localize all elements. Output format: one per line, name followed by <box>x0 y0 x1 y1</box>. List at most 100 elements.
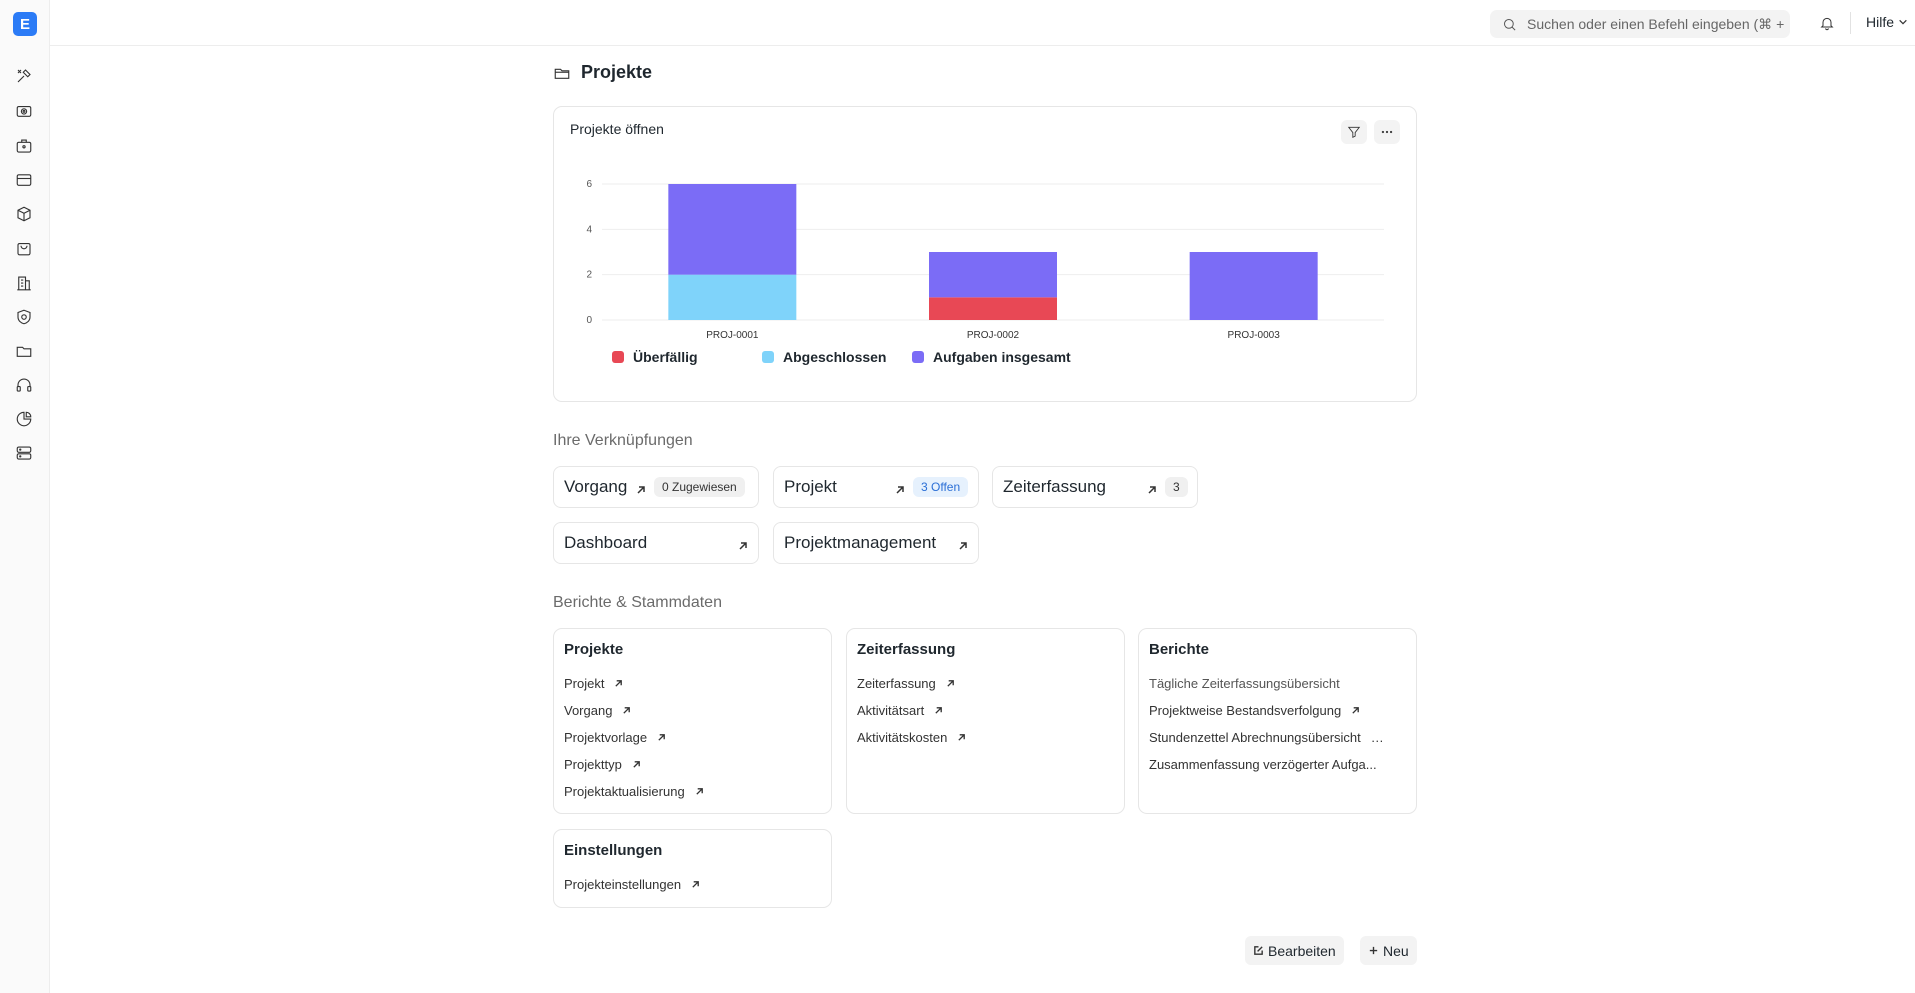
legend-swatch <box>762 351 774 363</box>
divider <box>1850 12 1851 34</box>
bar-segment[interactable] <box>929 252 1057 298</box>
report-link[interactable]: Projekttyp <box>564 757 641 772</box>
building-icon[interactable] <box>13 272 35 294</box>
logo-letter: E <box>19 15 30 33</box>
arrow-up-right-icon <box>947 680 954 687</box>
report-card-einstellungen: Einstellungen Projekteinstellungen <box>553 829 832 908</box>
arrow-up-right-icon <box>958 734 966 741</box>
chart-legend: Überfällig Abgeschlossen Aufgaben insgesam… <box>612 349 1071 365</box>
y-tick-label: 2 <box>586 270 592 281</box>
legend-item[interactable]: Überfällig <box>612 349 762 365</box>
camera-icon[interactable] <box>13 100 35 122</box>
more-icon <box>1381 130 1393 134</box>
legend-label: Überfällig <box>633 349 698 365</box>
report-card-projekte: Projekte Projekt Vorgang Projektvorlage … <box>553 628 832 814</box>
arrow-up-right-icon <box>615 680 623 687</box>
arrow-up-right-icon <box>658 734 665 741</box>
arrow-up-right-icon <box>738 538 750 550</box>
shortcut-dashboard[interactable]: Dashboard <box>553 522 759 564</box>
report-link[interactable]: Projektweise Bestandsverfolgung <box>1149 703 1360 718</box>
report-link[interactable]: Zusammenfassung verzögerter Aufga... <box>1149 757 1377 772</box>
search-input[interactable] <box>1527 16 1787 32</box>
report-link[interactable]: Projektaktualisierung <box>564 784 704 799</box>
x-tick-label: PROJ-0003 <box>1228 330 1281 341</box>
shortcut-projektmanagement[interactable]: Projektmanagement <box>773 522 979 564</box>
new-label: Neu <box>1383 942 1409 959</box>
shortcut-label: Projekt <box>784 477 837 496</box>
sidebar: E <box>0 0 50 993</box>
report-link[interactable]: Stundenzettel Abrechnungsübersicht… <box>1149 730 1384 745</box>
ellipsis-icon: … <box>1370 730 1384 745</box>
legend-swatch <box>612 351 624 363</box>
shortcut-label: Dashboard <box>564 533 648 552</box>
filter-button[interactable] <box>1341 120 1367 144</box>
x-tick-label: PROJ-0002 <box>967 330 1020 341</box>
search-bar[interactable] <box>1490 10 1790 38</box>
shortcuts-heading: Ihre Verknüpfungen <box>553 432 693 449</box>
bar-segment[interactable] <box>929 297 1057 320</box>
shortcut-zeiterfassung[interactable]: Zeiterfassung 3 <box>992 466 1198 508</box>
plus-icon <box>1369 946 1378 955</box>
chevron-down-icon <box>1899 19 1907 25</box>
edit-button[interactable]: Bearbeiten <box>1245 936 1344 965</box>
more-options-button[interactable] <box>1374 120 1400 144</box>
legend-swatch <box>912 351 924 363</box>
arrow-up-right-icon <box>692 881 699 888</box>
legend-label: Abgeschlossen <box>783 349 887 365</box>
y-tick-label: 6 <box>586 179 592 190</box>
tools-icon[interactable] <box>13 65 35 87</box>
legend-item[interactable]: Abgeschlossen <box>762 349 912 365</box>
card-icon[interactable] <box>13 169 35 191</box>
chart-card: Projekte öffnen 0 2 4 6 PROJ-0001 PROJ-0002 PR… <box>553 106 1417 402</box>
headset-icon[interactable] <box>13 374 35 396</box>
y-tick-label: 4 <box>586 224 592 235</box>
legend-label: Aufgaben insgesamt <box>933 349 1071 365</box>
report-card-title: Berichte <box>1149 641 1210 658</box>
report-link[interactable]: Projekt <box>564 676 623 691</box>
report-card-berichte: Berichte Tägliche Zeiterfassungsübersich… <box>1138 628 1417 814</box>
chart-title: Projekte öffnen <box>570 121 664 137</box>
new-button[interactable]: Neu <box>1360 936 1417 965</box>
briefcase-icon[interactable] <box>13 135 35 157</box>
report-card-title: Zeiterfassung <box>857 641 956 658</box>
bar-segment[interactable] <box>1189 252 1318 320</box>
report-link[interactable]: Zeiterfassung <box>857 676 955 691</box>
shield-icon[interactable] <box>13 306 35 328</box>
report-link[interactable]: Tägliche Zeiterfassungsübersicht <box>1149 676 1340 691</box>
app-logo[interactable]: E <box>13 12 37 36</box>
report-link[interactable]: Projektvorlage <box>564 730 666 745</box>
shortcut-projekt[interactable]: Projekt 3 Offen <box>773 466 979 508</box>
arrow-up-right-icon <box>935 707 943 714</box>
legend-item[interactable]: Aufgaben insgesamt <box>912 349 1071 365</box>
shortcut-vorgang[interactable]: Vorgang 0 Zugewiesen <box>553 466 759 508</box>
arrow-up-right-icon <box>633 761 640 768</box>
report-card-zeiterfassung: Zeiterfassung Zeiterfassung Aktivitätsar… <box>846 628 1125 814</box>
arrow-up-right-icon <box>623 707 631 714</box>
piechart-icon[interactable] <box>13 408 35 430</box>
report-link[interactable]: Aktivitätsart <box>857 703 943 718</box>
bar-segment[interactable] <box>668 274 797 320</box>
arrow-up-right-icon <box>1147 482 1159 494</box>
arrow-up-right-icon <box>1352 707 1360 714</box>
shortcut-badge: 3 Offen <box>913 477 969 497</box>
bag-icon[interactable] <box>13 237 35 259</box>
shortcut-label: Zeiterfassung <box>1003 477 1106 496</box>
help-dropdown[interactable]: Hilfe <box>1866 14 1908 30</box>
search-icon <box>1504 18 1516 30</box>
edit-label: Bearbeiten <box>1268 942 1336 959</box>
report-card-title: Einstellungen <box>564 842 663 859</box>
folder-icon[interactable] <box>13 340 35 362</box>
arrow-up-right-icon <box>636 482 648 494</box>
shortcut-label: Projektmanagement <box>784 533 937 552</box>
x-tick-label: PROJ-0001 <box>706 330 759 341</box>
y-tick-label: 0 <box>586 315 592 326</box>
bar-segment[interactable] <box>668 184 797 275</box>
arrow-up-right-icon <box>895 482 907 494</box>
report-link[interactable]: Projekteinstellungen <box>564 877 700 892</box>
report-link[interactable]: Aktivitätskosten <box>857 730 966 745</box>
database-icon[interactable] <box>13 442 35 464</box>
arrow-up-right-icon <box>958 538 970 550</box>
bell-icon[interactable] <box>1817 13 1837 33</box>
report-link[interactable]: Vorgang <box>564 703 631 718</box>
package-icon[interactable] <box>13 203 35 225</box>
